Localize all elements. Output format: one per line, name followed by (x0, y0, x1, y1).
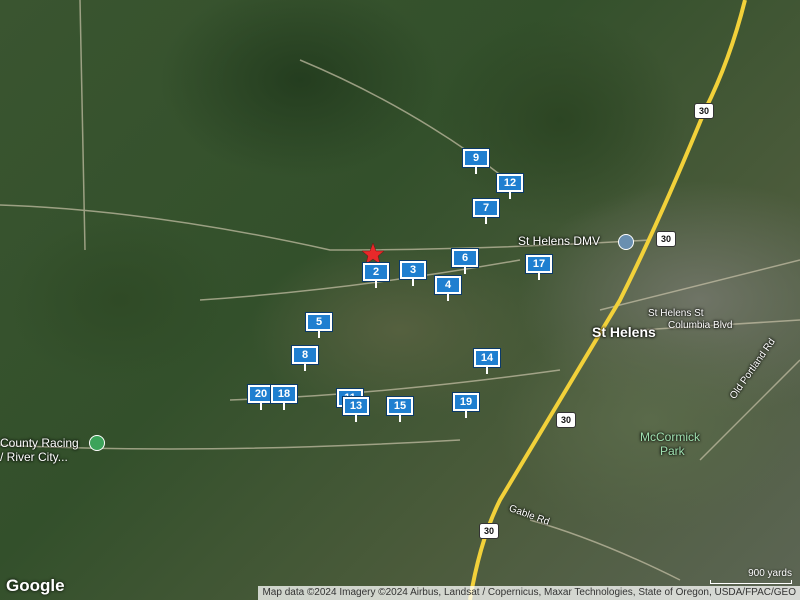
dmv-building-icon[interactable] (618, 234, 634, 250)
map-marker[interactable]: 15 (387, 397, 413, 422)
map-marker[interactable]: 6 (452, 249, 478, 274)
highway-shield-30: 30 (694, 103, 714, 119)
map-overlay (0, 0, 800, 600)
map-marker[interactable]: 14 (474, 349, 500, 374)
street-label-columbia-blvd: Columbia Blvd (668, 320, 733, 331)
map-marker[interactable]: 17 (526, 255, 552, 280)
dmv-label[interactable]: St Helens DMV (518, 234, 600, 248)
map-pin-icon[interactable] (89, 435, 105, 451)
poi-label-racing-2[interactable]: / River City... (0, 450, 68, 464)
map-marker[interactable]: 8 (292, 346, 318, 371)
map-attribution: Map data ©2024 Imagery ©2024 Airbus, Lan… (258, 586, 800, 600)
location-star-icon (361, 242, 385, 265)
poi-label-racing[interactable]: County Racing (0, 436, 79, 450)
park-label-mccormick: McCormick (640, 430, 700, 444)
street-label-st-helens-st: St Helens St (648, 308, 704, 319)
map-marker[interactable]: 4 (435, 276, 461, 301)
highway-shield-30: 30 (656, 231, 676, 247)
park-label-park: Park (660, 444, 685, 458)
map-marker[interactable]: 13 (343, 397, 369, 422)
city-label: St Helens (592, 324, 656, 340)
map-marker[interactable]: 18 (271, 385, 297, 410)
highway-shield-30: 30 (556, 412, 576, 428)
map-marker[interactable]: 3 (400, 261, 426, 286)
map-marker[interactable]: 2 (363, 263, 389, 288)
map-marker[interactable]: 19 (453, 393, 479, 418)
map-marker[interactable]: 7 (473, 199, 499, 224)
map-marker[interactable]: 5 (306, 313, 332, 338)
scale-label: 900 yards (748, 568, 792, 579)
scale-bar-line (710, 580, 792, 584)
scale-bar[interactable]: 900 yards (710, 568, 792, 584)
google-logo: Google (6, 576, 65, 595)
local-roads (0, 0, 800, 581)
map-marker[interactable]: 9 (463, 149, 489, 174)
map-marker[interactable]: 12 (497, 174, 523, 199)
highway-shield-30: 30 (479, 523, 499, 539)
